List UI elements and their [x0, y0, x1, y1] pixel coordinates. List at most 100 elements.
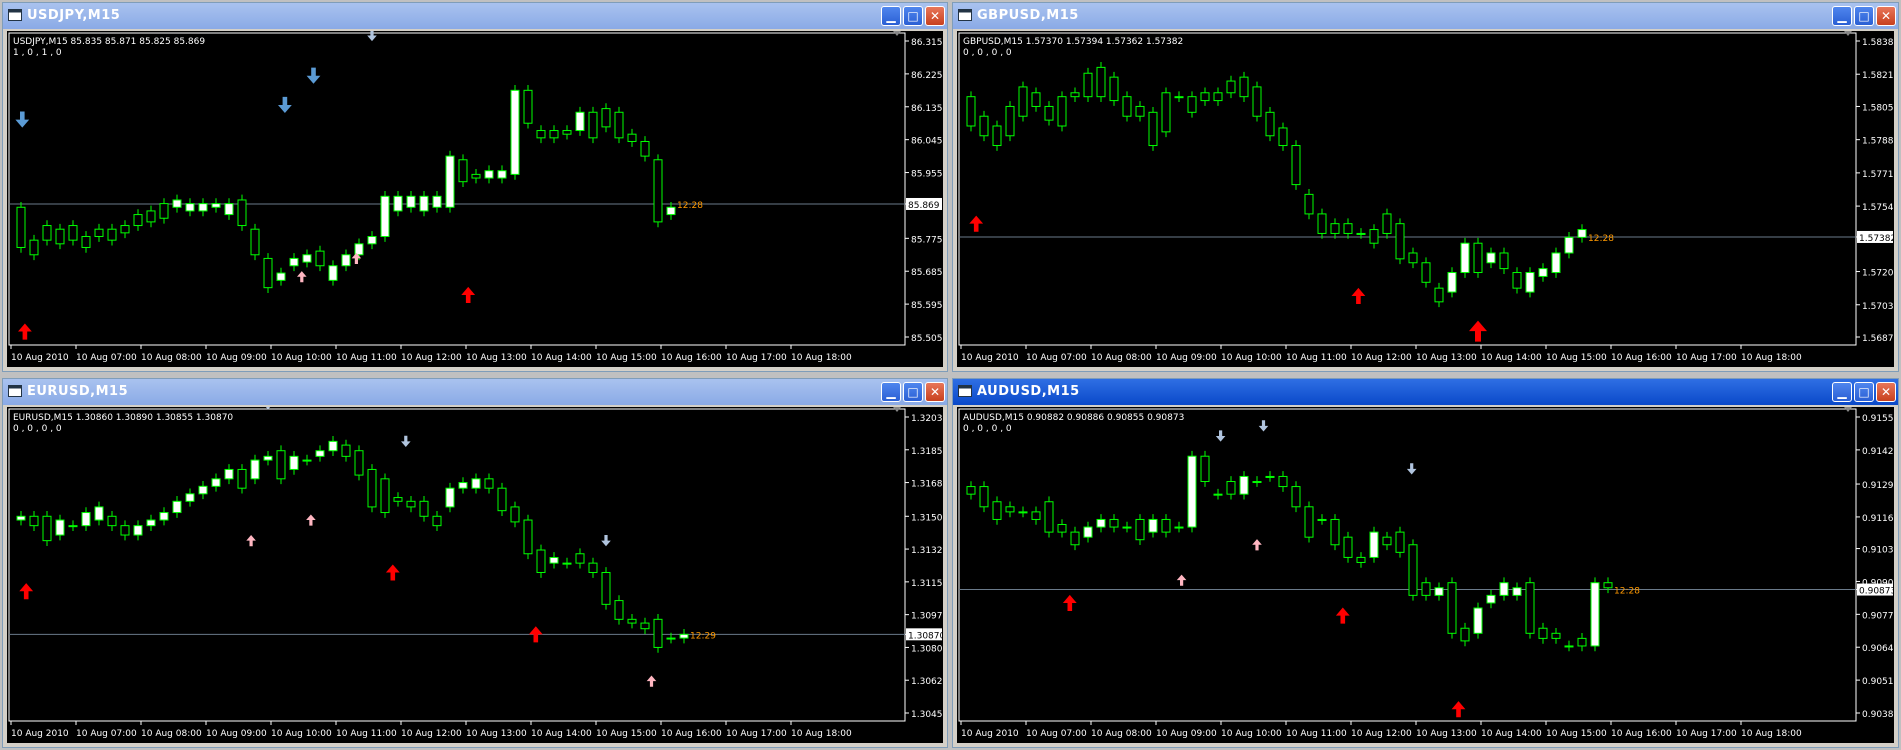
- bear-candle: [1161, 518, 1171, 533]
- maximize-button[interactable]: □: [903, 382, 923, 402]
- bull-candle: [497, 170, 507, 179]
- bull-candle: [1369, 531, 1379, 558]
- bull-candle: [575, 111, 585, 132]
- bull-candle: [1434, 587, 1444, 596]
- arrow-shape: [969, 215, 984, 232]
- time-label: 10 Aug 18:00: [1741, 353, 1802, 363]
- bull-candle: [68, 525, 78, 528]
- time-label: 10 Aug 10:00: [271, 729, 332, 739]
- price-chart[interactable]: 0.915550.914250.912900.911600.910350.909…: [957, 407, 1894, 743]
- plot-frame: [958, 32, 1857, 346]
- bear-candle: [1551, 632, 1561, 639]
- bear-candle: [601, 571, 611, 605]
- bear-candle: [575, 553, 585, 564]
- chart-canvas: 0.915550.914250.912900.911600.910350.909…: [958, 407, 1894, 739]
- minimize-button[interactable]: ▁: [881, 382, 901, 402]
- titlebar[interactable]: USDJPY,M15 ▁ □ ✕: [3, 3, 947, 29]
- maximize-button[interactable]: □: [1854, 382, 1874, 402]
- up-arrow-icon: [1176, 574, 1187, 586]
- price-label: 1.57540: [1862, 203, 1894, 213]
- bear-candle: [562, 130, 572, 135]
- minimize-button[interactable]: ▁: [881, 6, 901, 26]
- bull-candle: [549, 557, 559, 564]
- price-label: 0.90645: [1862, 644, 1894, 654]
- window-eurusd[interactable]: EURUSD,M15 ▁ □ ✕ 1.320301.318551.316801.…: [2, 378, 948, 748]
- price-chart[interactable]: 1.32030 1.31855 1.31680 1.31500 1.31325 1.311…: [7, 407, 943, 743]
- bear-candle: [354, 450, 364, 476]
- price-chart[interactable]: 1.58385 1.58215 1.58050 1.57880 1.57710 1.575…: [957, 31, 1894, 367]
- current-price-label: 0.90873: [1859, 587, 1894, 597]
- arrow-shape: [15, 111, 30, 128]
- price-chart[interactable]: 86.315 86.225 86.135 86.045 85.955 85.869 85.7…: [7, 31, 943, 367]
- close-button[interactable]: ✕: [925, 6, 945, 26]
- chart-window-icon: [8, 9, 22, 21]
- price-label: 85.955: [911, 170, 943, 180]
- arrow-shape: [461, 286, 476, 304]
- titlebar[interactable]: EURUSD,M15 ▁ □ ✕: [3, 379, 947, 405]
- bull-candle: [1590, 582, 1600, 647]
- bull-candle: [1460, 242, 1470, 274]
- price-label: 86.135: [911, 104, 943, 114]
- bull-candle: [1564, 645, 1574, 648]
- bull-candle: [328, 265, 338, 281]
- maximize-button[interactable]: □: [1854, 6, 1874, 26]
- window-gbpusd[interactable]: GBPUSD,M15 ▁ □ ✕ 1.583851.582151.580501.…: [952, 2, 1899, 372]
- bear-candle: [1278, 127, 1288, 147]
- bear-candle: [1499, 252, 1509, 270]
- bar-timer: 12:29: [690, 631, 716, 641]
- price-label: 1.30450: [911, 710, 943, 720]
- arrow-shape: [1451, 701, 1466, 718]
- bear-candle: [68, 225, 78, 241]
- time-label: 10 Aug 14:00: [1481, 353, 1542, 363]
- window-audusd[interactable]: AUDUSD,M15 ▁ □ ✕ 0.91555 0.91425 0.91290 0.…: [952, 378, 1899, 748]
- titlebar[interactable]: GBPUSD,M15 ▁ □ ✕: [953, 3, 1898, 29]
- bear-candle: [1096, 66, 1106, 98]
- bull-candle: [380, 195, 390, 238]
- bear-candle: [627, 618, 637, 624]
- bear-candle: [458, 159, 468, 183]
- bull-candle: [185, 203, 195, 212]
- bear-candle: [419, 500, 429, 517]
- bear-candle: [250, 228, 260, 256]
- window-usdjpy[interactable]: USDJPY,M15 ▁ □ ✕ 86.315 86.225 86.135 86.04…: [2, 2, 948, 372]
- price-label: 1.58050: [1862, 103, 1894, 113]
- close-button[interactable]: ✕: [1876, 382, 1896, 402]
- bull-candle: [1122, 526, 1132, 529]
- up-arrow-icon: [1252, 539, 1262, 551]
- price-label: 1.30625: [911, 677, 943, 687]
- bear-candle: [1135, 105, 1145, 117]
- bull-candle: [1317, 518, 1327, 521]
- bear-candle: [1382, 536, 1392, 546]
- close-button[interactable]: ✕: [925, 382, 945, 402]
- time-label: 10 Aug 18:00: [791, 729, 852, 739]
- bear-candle: [1031, 511, 1041, 520]
- time-label: 10 Aug 18:00: [791, 353, 852, 363]
- up-arrow-icon: [1351, 287, 1366, 305]
- bear-candle: [1512, 272, 1522, 289]
- minimize-button[interactable]: ▁: [1832, 6, 1852, 26]
- bear-candle: [120, 225, 130, 234]
- arrow-shape: [246, 535, 256, 547]
- bear-candle: [627, 133, 637, 142]
- time-label: 10 Aug 07:00: [76, 729, 137, 739]
- arrow-shape: [306, 67, 321, 84]
- symbol-info: AUDUSD,M15 0.90882 0.90886 0.90855 0.908…: [963, 413, 1184, 423]
- minimize-button[interactable]: ▁: [1832, 382, 1852, 402]
- close-button[interactable]: ✕: [1876, 6, 1896, 26]
- bear-candle: [1018, 86, 1028, 117]
- bull-candle: [445, 155, 455, 208]
- bull-candle: [55, 519, 65, 536]
- maximize-button[interactable]: □: [903, 6, 923, 26]
- price-label: 1.57205: [1862, 269, 1894, 279]
- time-label: 10 Aug 15:00: [596, 353, 657, 363]
- bear-candle: [1226, 481, 1236, 495]
- titlebar[interactable]: AUDUSD,M15 ▁ □ ✕: [953, 379, 1898, 405]
- bull-candle: [315, 450, 325, 457]
- chart-window-icon: [958, 9, 972, 21]
- bear-candle: [1252, 86, 1262, 117]
- bear-candle: [1304, 193, 1314, 215]
- bull-candle: [458, 482, 468, 489]
- bear-candle: [341, 444, 351, 457]
- bull-candle: [341, 254, 351, 267]
- bear-candle: [1460, 627, 1470, 642]
